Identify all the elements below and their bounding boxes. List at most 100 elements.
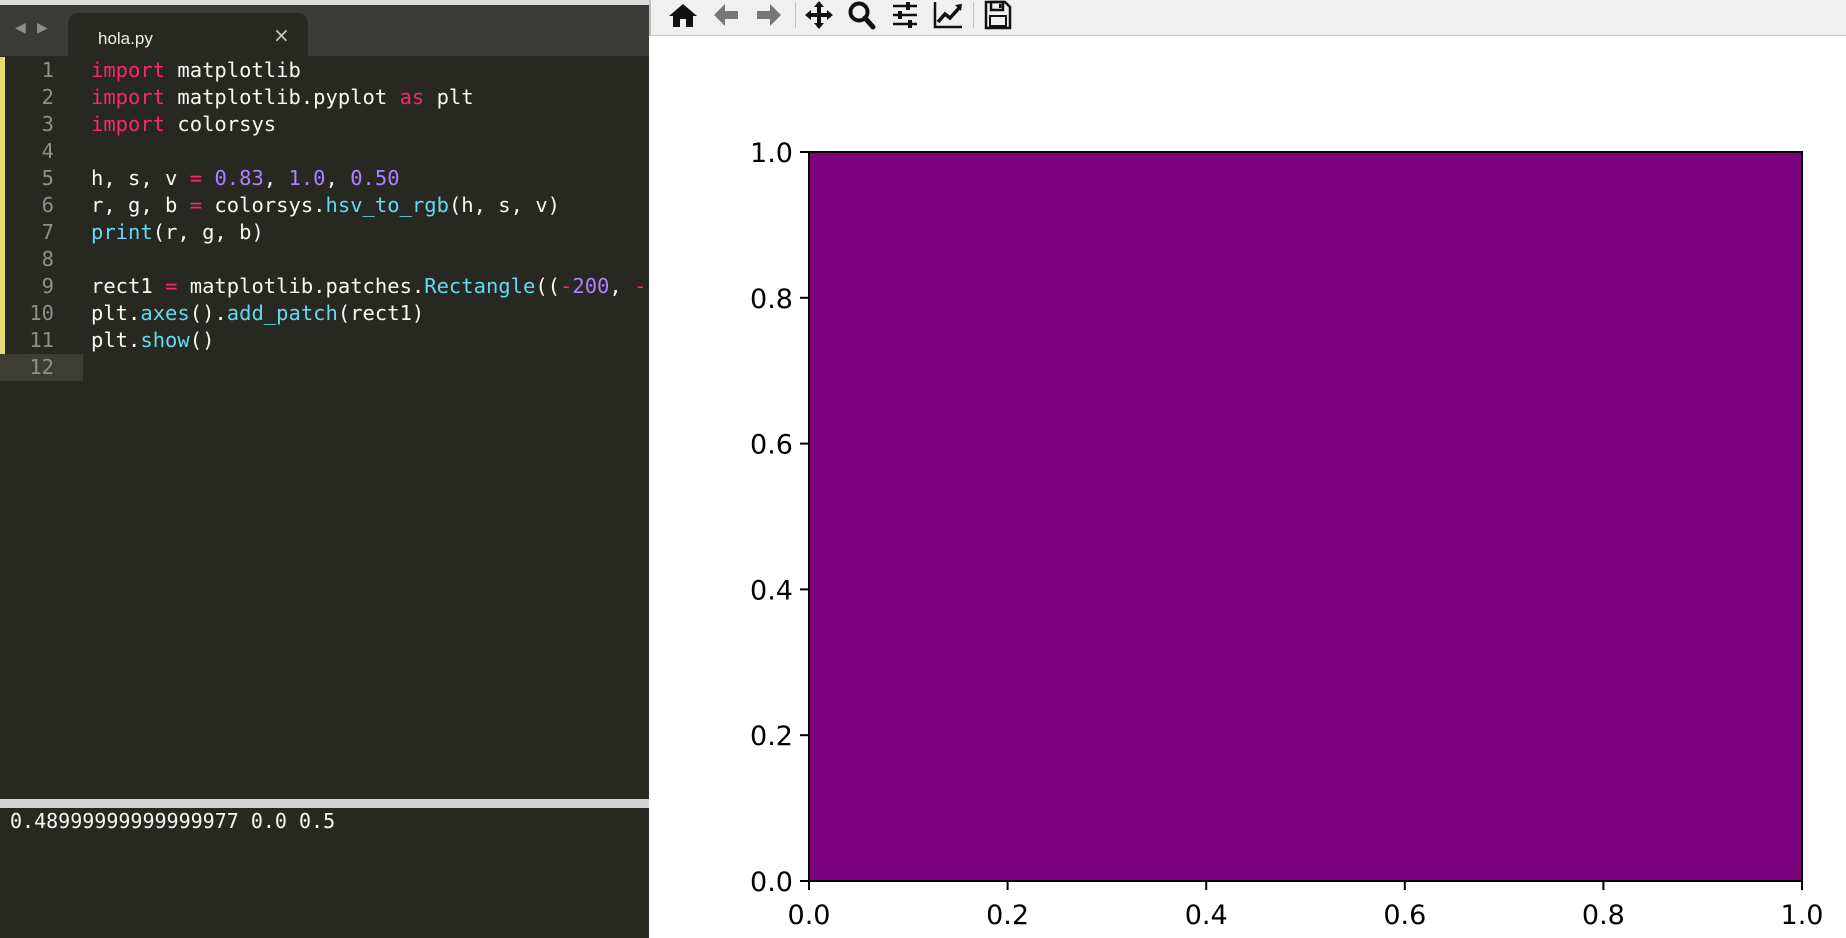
line-number: 10	[29, 301, 54, 325]
code-token: (rect1)	[337, 301, 425, 325]
edit-axis-icon	[933, 2, 962, 29]
x-tick-label: 0.2	[986, 900, 1029, 931]
code-line[interactable]: 10 plt.axes().add_patch(rect1)	[0, 300, 649, 327]
code-line[interactable]: 11 plt.show()	[0, 327, 649, 354]
back-arrow-icon	[714, 4, 738, 26]
toolbar-separator	[795, 2, 796, 28]
file-tab[interactable]: hola.py ×	[68, 13, 308, 61]
code-token: 0.83	[214, 166, 264, 190]
close-icon[interactable]: ×	[273, 25, 290, 45]
code-token: plt.	[91, 328, 141, 352]
code-token: matplotlib	[165, 58, 301, 82]
code-line[interactable]: 3 import colorsys	[0, 111, 649, 138]
code-token: plt	[424, 85, 474, 109]
code-token: matplotlib.pyplot	[165, 85, 400, 109]
home-button[interactable]	[663, 0, 703, 30]
zoom-icon	[848, 1, 876, 30]
plot-toolbar	[649, 0, 1846, 36]
line-number: 9	[41, 274, 54, 298]
code-token: ((	[535, 274, 561, 298]
code-editor[interactable]: ◀ ▶ hola.py × 1 import matplotlib 2 import …	[0, 0, 649, 938]
line-number: 3	[41, 112, 54, 136]
pan-button[interactable]	[799, 0, 839, 30]
chevron-left-icon[interactable]: ◀	[15, 21, 26, 35]
code-token: -	[634, 274, 647, 298]
code-token: ,	[609, 274, 635, 298]
y-tick-label: 0.0	[750, 867, 793, 898]
code-token: ,	[325, 166, 351, 190]
back-button[interactable]	[706, 0, 746, 30]
code-token: axes	[140, 301, 190, 325]
code-line[interactable]: 9 rect1 = matplotlib.patches.Rectangle((-…	[0, 273, 649, 300]
save-button[interactable]	[978, 0, 1018, 30]
line-number: 6	[41, 193, 54, 217]
code-token: hsv_to_rgb	[325, 193, 449, 217]
code-token: rect1	[91, 274, 166, 298]
zoom-button[interactable]	[842, 0, 882, 30]
line-number: 11	[29, 328, 54, 352]
code-text: import matplotlib.pyplot as plt	[91, 84, 474, 111]
code-token: import	[91, 58, 166, 82]
x-tick-label: 1.0	[1781, 900, 1824, 931]
code-token: import	[91, 85, 166, 109]
x-tick-label: 0.8	[1582, 900, 1625, 931]
tab-bar: ◀ ▶ hola.py ×	[0, 0, 649, 61]
output-splitter[interactable]	[0, 799, 649, 808]
code-token: Rectangle	[424, 274, 536, 298]
code-text: h, s, v = 0.83, 1.0, 0.50	[91, 165, 400, 192]
line-number: 1	[41, 58, 54, 82]
pan-icon	[805, 1, 833, 29]
y-tick-label: 0.6	[750, 430, 793, 461]
code-line[interactable]: 12	[0, 354, 83, 381]
customize-button[interactable]	[928, 0, 968, 30]
code-token: =	[189, 166, 203, 190]
code-text: rect1 = matplotlib.patches.Rectangle((-2…	[91, 273, 646, 300]
code-line[interactable]: 7 print(r, g, b)	[0, 219, 649, 246]
forward-button[interactable]	[749, 0, 789, 30]
code-token: 1.0	[288, 166, 326, 190]
code-token: -	[560, 274, 573, 298]
code-token: r, g, b	[91, 193, 190, 217]
code-token: (r, g, b)	[152, 220, 264, 244]
code-token: colorsys.	[202, 193, 326, 217]
code-token: ()	[189, 328, 215, 352]
x-tick-label: 0.6	[1383, 900, 1426, 931]
plot-window: 0.0 0.2 0.4 0.6 0.8 1.0 0.0 0.2 0.4 0.6 0.8 1.0	[649, 0, 1846, 938]
code-text: plt.axes().add_patch(rect1)	[91, 300, 424, 327]
code-line[interactable]: 5 h, s, v = 0.83, 1.0, 0.50	[0, 165, 649, 192]
code-token: ().	[189, 301, 227, 325]
chevron-right-icon[interactable]: ▶	[37, 21, 48, 35]
code-token: 200	[572, 274, 610, 298]
y-tick-label: 0.8	[750, 284, 793, 315]
toolbar-separator	[973, 2, 974, 28]
code-line[interactable]: 1 import matplotlib	[0, 57, 649, 84]
rectangle-patch	[809, 152, 1802, 881]
code-text: print(r, g, b)	[91, 219, 264, 246]
line-number: 5	[41, 166, 54, 190]
code-token: print	[91, 220, 153, 244]
figure-canvas[interactable]: 0.0 0.2 0.4 0.6 0.8 1.0 0.0 0.2 0.4 0.6 0.8 1.0	[649, 36, 1846, 938]
code-token: import	[91, 112, 166, 136]
code-token: colorsys	[165, 112, 277, 136]
line-number: 8	[41, 247, 54, 271]
x-tick-label: 0.4	[1185, 900, 1228, 931]
y-tick-label: 1.0	[750, 138, 793, 169]
code-line[interactable]: 4	[0, 138, 649, 165]
home-icon	[669, 4, 697, 27]
code-text: r, g, b = colorsys.hsv_to_rgb(h, s, v)	[91, 192, 560, 219]
code-area[interactable]: 1 import matplotlib 2 import matplotlib.pyp…	[0, 57, 649, 799]
code-text: import matplotlib	[91, 57, 301, 84]
code-token: as	[399, 85, 425, 109]
subplots-button[interactable]	[885, 0, 925, 30]
save-icon	[984, 0, 1012, 30]
code-token: ,	[263, 166, 289, 190]
code-token: =	[189, 193, 203, 217]
code-line[interactable]: 8	[0, 246, 649, 273]
line-number: 2	[41, 85, 54, 109]
code-token: add_patch	[226, 301, 338, 325]
line-number: 4	[41, 139, 54, 163]
code-line[interactable]: 6 r, g, b = colorsys.hsv_to_rgb(h, s, v)	[0, 192, 649, 219]
x-tick-label: 0.0	[788, 900, 831, 931]
code-line[interactable]: 2 import matplotlib.pyplot as plt	[0, 84, 649, 111]
